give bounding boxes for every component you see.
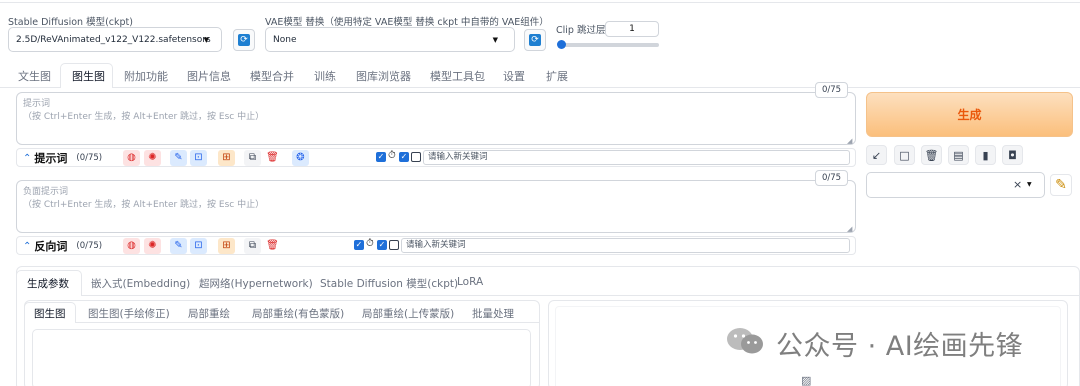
tab-model-toolkit[interactable]: 模型工具包 — [430, 68, 485, 84]
checkbox-unchecked[interactable] — [411, 152, 421, 162]
resize-handle-icon[interactable]: ◢ — [847, 137, 852, 145]
prompt-token-counter: 0/75 — [815, 82, 848, 98]
checkbox-checked[interactable]: ✓ — [399, 152, 409, 162]
styles-dropdown[interactable]: × ▼ — [866, 172, 1045, 198]
edit-icon[interactable]: ✎ — [170, 150, 187, 166]
tab-inpaint-upload[interactable]: 局部重绘(上传蒙版) — [362, 306, 454, 321]
prompt-placeholder-hint: （按 Ctrl+Enter 生成，按 Alt+Enter 跳过，按 Esc 中止… — [23, 112, 265, 122]
checkbox-unchecked[interactable] — [389, 240, 399, 250]
negative-token-counter: 0/75 — [815, 170, 848, 186]
tab-extensions[interactable]: 扩展 — [546, 68, 568, 84]
timer-icon[interactable]: ⏱ — [388, 150, 396, 161]
tab-embedding[interactable]: 嵌入式(Embedding) — [91, 276, 190, 291]
delete-icon[interactable]: 🗑 — [264, 150, 281, 166]
checkbox-checked[interactable]: ✓ — [376, 152, 386, 162]
tab-png-info[interactable]: 图片信息 — [187, 68, 231, 84]
clip-skip-slider-thumb[interactable] — [557, 40, 566, 49]
history-icon[interactable]: ⊞ — [218, 238, 235, 254]
settings-icon[interactable]: ✺ — [144, 238, 161, 254]
square-icon[interactable]: □ — [894, 145, 915, 165]
negative-placeholder-title: 负面提示词 — [23, 187, 69, 197]
edit-icon[interactable]: ✎ — [170, 238, 187, 254]
watermark-text: 公众号 · AI绘画先锋 — [776, 331, 1024, 362]
trash-icon[interactable]: 🗑 — [921, 145, 942, 165]
chevron-down-icon: ▼ — [1027, 181, 1032, 188]
refresh-sd-model-button[interactable]: ⟳ — [233, 29, 255, 51]
timer-icon[interactable]: ⏱ — [366, 238, 374, 249]
main-tabs-divider — [0, 87, 1080, 88]
negative-toolbar-label: 反向词 — [34, 240, 68, 253]
clip-skip-label: Clip 跳过层 — [556, 25, 606, 36]
collapse-icon: ⌃ — [23, 240, 32, 252]
negative-placeholder-hint: （按 Ctrl+Enter 生成，按 Alt+Enter 跳过，按 Esc 中止… — [23, 200, 265, 210]
negative-toolbar-title[interactable]: ⌃ 反向词 (0/75) — [23, 238, 102, 254]
tab-model-merge[interactable]: 模型合并 — [250, 68, 294, 84]
refresh-icon: ⟳ — [238, 34, 250, 46]
tab-sd-checkpoint[interactable]: Stable Diffusion 模型(ckpt) — [320, 276, 458, 291]
cookie-icon[interactable]: ◘ — [1002, 145, 1023, 165]
delete-icon[interactable]: 🗑 — [264, 238, 281, 254]
tab-train[interactable]: 训练 — [314, 68, 336, 84]
history-icon[interactable]: ⊞ — [218, 150, 235, 166]
clip-skip-input[interactable]: 1 — [605, 21, 659, 37]
chevron-down-icon: ▼ — [203, 36, 209, 44]
tab-extras[interactable]: 附加功能 — [124, 68, 168, 84]
tab-generation-params[interactable]: 生成参数 — [27, 276, 69, 291]
negative-keyword-input[interactable]: 请输入新关键词 — [401, 238, 850, 253]
bookmark-icon[interactable]: ⊡ — [190, 150, 207, 166]
tab-img2img[interactable]: 图生图 — [72, 68, 105, 84]
sub-tabs-divider — [16, 295, 1080, 296]
image-placeholder-icon: ▨ — [801, 374, 812, 386]
prompt-toolbar-count: (0/75) — [76, 153, 103, 163]
image-drop-area[interactable] — [32, 329, 531, 386]
clip-skip-slider-track[interactable] — [558, 43, 659, 47]
copy-icon[interactable]: ⧉ — [244, 238, 261, 254]
tab-lora[interactable]: LoRA — [457, 276, 483, 288]
translate-icon[interactable]: ◍ — [123, 238, 140, 254]
tab-txt2img[interactable]: 文生图 — [18, 68, 51, 84]
checkbox-checked[interactable]: ✓ — [354, 240, 364, 250]
prompt-keyword-input[interactable]: 请输入新关键词 — [423, 150, 850, 165]
prompt-placeholder-title: 提示词 — [23, 99, 51, 109]
ai-icon[interactable]: ❂ — [292, 150, 309, 166]
refresh-icon: ⟳ — [529, 34, 541, 46]
tab-settings[interactable]: 设置 — [503, 68, 525, 84]
img-tabs-divider — [24, 322, 540, 323]
prompt-toolbar-label: 提示词 — [34, 152, 68, 165]
top-border — [0, 0, 1080, 3]
tab-image-browser[interactable]: 图库浏览器 — [356, 68, 411, 84]
prompt-toolbar-title[interactable]: ⌃ 提示词 (0/75) — [23, 150, 102, 166]
vae-value: None — [273, 34, 297, 45]
tab-inpaint-sketch[interactable]: 局部重绘(有色蒙版) — [252, 306, 344, 321]
settings-icon[interactable]: ✺ — [144, 150, 161, 166]
translate-icon[interactable]: ◍ — [123, 150, 140, 166]
pencil-icon[interactable]: ✎ — [1050, 174, 1072, 196]
tab-sketch[interactable]: 图生图(手绘修正) — [88, 306, 170, 321]
resize-handle-icon[interactable]: ◢ — [847, 225, 852, 233]
copy-icon[interactable]: ⧉ — [244, 150, 261, 166]
bottle-icon[interactable]: ▮ — [975, 145, 996, 165]
negative-toolbar-count: (0/75) — [76, 241, 103, 251]
tab-inpaint[interactable]: 局部重绘 — [188, 306, 230, 321]
vae-select[interactable]: None ▼ — [265, 27, 515, 52]
clipboard-icon[interactable]: ▤ — [948, 145, 969, 165]
sd-model-select[interactable]: 2.5D/ReVAnimated_v122_V122.safetensors ▼ — [8, 27, 222, 52]
tab-img2img-upload[interactable]: 图生图 — [34, 306, 66, 321]
wechat-logo-icon — [726, 326, 764, 356]
bookmark-icon[interactable]: ⊡ — [190, 238, 207, 254]
vae-label: VAE模型 替换（使用特定 VAE模型 替换 ckpt 中自带的 VAE组件） — [265, 17, 549, 28]
tab-hypernetwork[interactable]: 超网络(Hypernetwork) — [199, 276, 313, 291]
generate-button[interactable]: 生成 — [866, 92, 1073, 137]
check-icon[interactable]: ↙ — [866, 145, 887, 165]
chevron-down-icon: ▼ — [492, 36, 498, 44]
collapse-icon: ⌃ — [23, 152, 32, 164]
sd-model-value: 2.5D/ReVAnimated_v122_V122.safetensors — [16, 34, 211, 45]
refresh-vae-button[interactable]: ⟳ — [524, 29, 546, 51]
sd-model-label: Stable Diffusion 模型(ckpt) — [8, 17, 133, 28]
tab-batch[interactable]: 批量处理 — [472, 306, 514, 321]
clear-styles-icon[interactable]: × — [1013, 178, 1022, 191]
checkbox-checked[interactable]: ✓ — [377, 240, 387, 250]
